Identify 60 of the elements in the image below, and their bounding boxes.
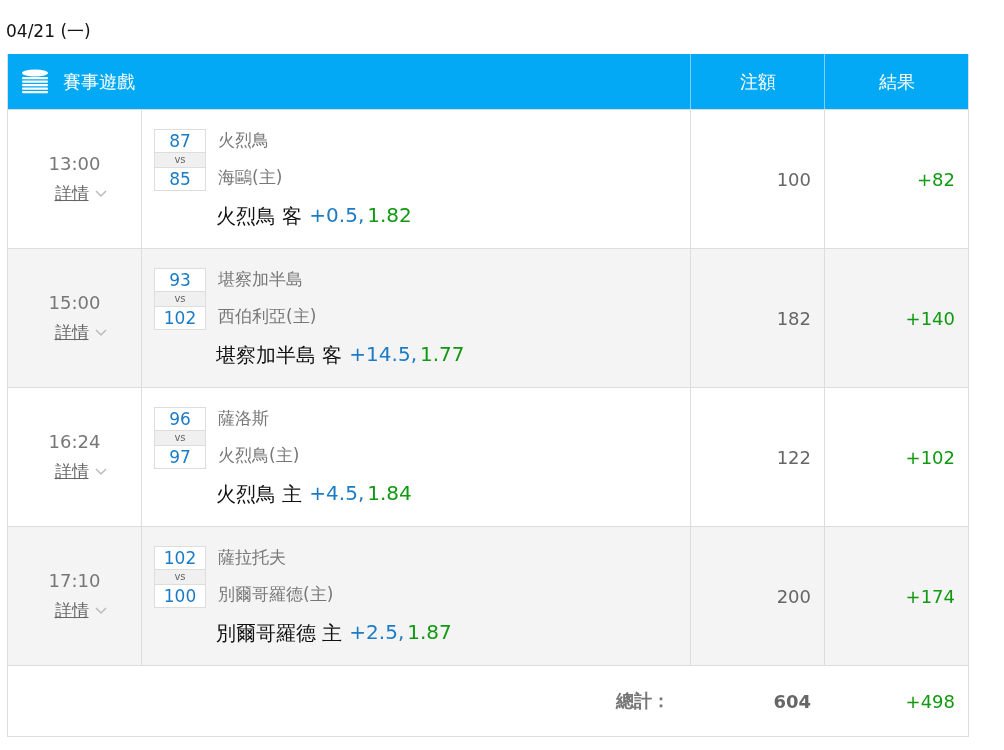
team-name: 薩洛斯 bbox=[218, 407, 270, 430]
team-name: 西伯利亞(主) bbox=[218, 305, 317, 328]
chevron-down-icon[interactable] bbox=[94, 328, 107, 337]
score-cell-text: 102 bbox=[162, 307, 198, 329]
handicap-line: +14.5, bbox=[349, 342, 417, 368]
stake-amount: 100 bbox=[776, 168, 811, 190]
team-name: 別爾哥羅德(主) bbox=[218, 583, 334, 606]
score-cell-text: 96 bbox=[168, 408, 192, 430]
vs-label: vs bbox=[155, 291, 205, 307]
team-name: 薩拉托夫 bbox=[218, 546, 287, 569]
date-heading: 04/21 (一) bbox=[6, 20, 92, 43]
details-link[interactable]: 詳情 bbox=[54, 182, 89, 205]
details-link[interactable]: 詳情 bbox=[54, 460, 89, 483]
team-name: 堪察加半島 bbox=[218, 268, 304, 291]
column-header: 賽事遊戲 bbox=[63, 69, 135, 94]
column-header: 結果 bbox=[878, 69, 915, 94]
match-time: 16:24 bbox=[48, 431, 101, 452]
score-cell-text: 85 bbox=[168, 168, 192, 190]
team-name: 海鷗(主) bbox=[218, 166, 283, 189]
handicap-line: +2.5, bbox=[349, 620, 405, 646]
score-cell-text: 87 bbox=[168, 130, 192, 152]
vs-label: vs bbox=[155, 569, 205, 585]
match-time: 13:00 bbox=[48, 153, 101, 174]
total-label: 總計： bbox=[616, 689, 670, 713]
odds-value: 1.84 bbox=[367, 481, 412, 507]
team-name: 火烈鳥(主) bbox=[218, 444, 300, 467]
chevron-down-icon[interactable] bbox=[94, 606, 107, 615]
score-cell-text: 97 bbox=[168, 446, 192, 468]
bet-pick: 火烈鳥 主 bbox=[216, 481, 303, 508]
result-amount: +82 bbox=[917, 168, 955, 190]
result-amount: +102 bbox=[905, 446, 955, 468]
score-cell-text: 100 bbox=[162, 585, 198, 607]
result-amount: +140 bbox=[905, 307, 955, 329]
score-cell-text: 93 bbox=[168, 269, 192, 291]
details-link[interactable]: 詳情 bbox=[54, 599, 89, 622]
chevron-down-icon[interactable] bbox=[94, 467, 107, 476]
stake-amount: 200 bbox=[776, 585, 811, 607]
coin-stack-icon bbox=[21, 68, 49, 95]
odds-value: 1.82 bbox=[367, 203, 412, 229]
total-result: +498 bbox=[905, 690, 955, 712]
bet-pick: 火烈鳥 客 bbox=[216, 203, 303, 230]
match-time: 15:00 bbox=[48, 292, 101, 313]
chevron-down-icon[interactable] bbox=[94, 189, 107, 198]
details-link[interactable]: 詳情 bbox=[54, 321, 89, 344]
vs-label: vs bbox=[155, 430, 205, 446]
total-stake: 604 bbox=[773, 690, 811, 712]
column-header: 注額 bbox=[739, 69, 776, 94]
result-amount: +174 bbox=[905, 585, 955, 607]
score-cell-text: 102 bbox=[162, 547, 198, 569]
handicap-line: +0.5, bbox=[309, 203, 365, 229]
odds-value: 1.77 bbox=[420, 342, 465, 368]
team-name: 火烈鳥 bbox=[218, 129, 270, 152]
match-time: 17:10 bbox=[48, 570, 101, 591]
bet-pick: 別爾哥羅德 主 bbox=[216, 620, 343, 647]
odds-value: 1.87 bbox=[407, 620, 452, 646]
bet-pick: 堪察加半島 客 bbox=[216, 342, 343, 369]
stake-amount: 122 bbox=[776, 446, 811, 468]
stake-amount: 182 bbox=[776, 307, 811, 329]
vs-label: vs bbox=[155, 152, 205, 168]
handicap-line: +4.5, bbox=[309, 481, 365, 507]
